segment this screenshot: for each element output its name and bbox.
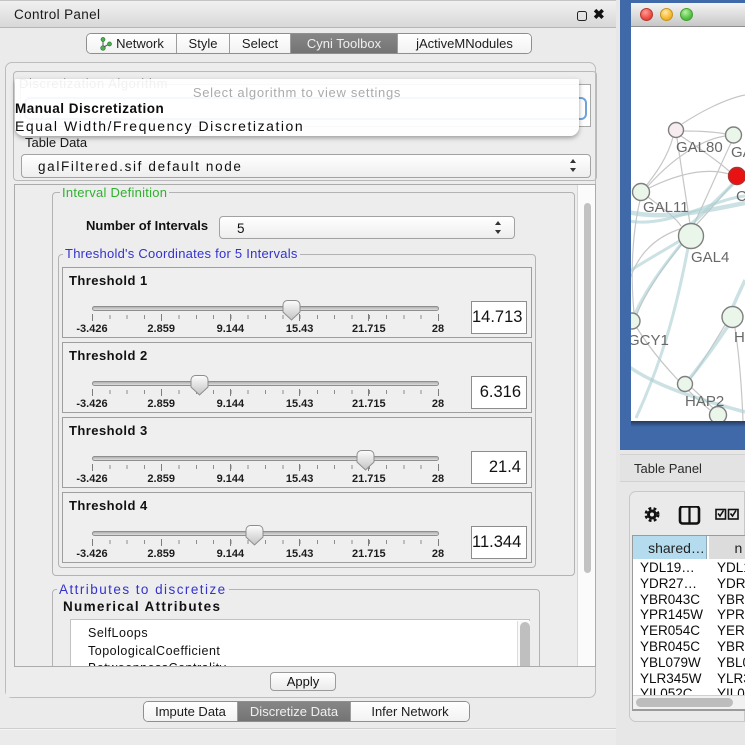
svg-text:GAL80: GAL80 xyxy=(676,139,723,156)
svg-text:GCY1: GCY1 xyxy=(631,332,669,349)
svg-text:HAP2: HAP2 xyxy=(685,393,724,410)
svg-text:H: H xyxy=(734,329,745,346)
svg-text:GA: GA xyxy=(731,144,745,161)
svg-text:GAL11: GAL11 xyxy=(643,199,689,216)
svg-text:GAL4: GAL4 xyxy=(691,249,729,266)
svg-text:C: C xyxy=(736,188,745,205)
